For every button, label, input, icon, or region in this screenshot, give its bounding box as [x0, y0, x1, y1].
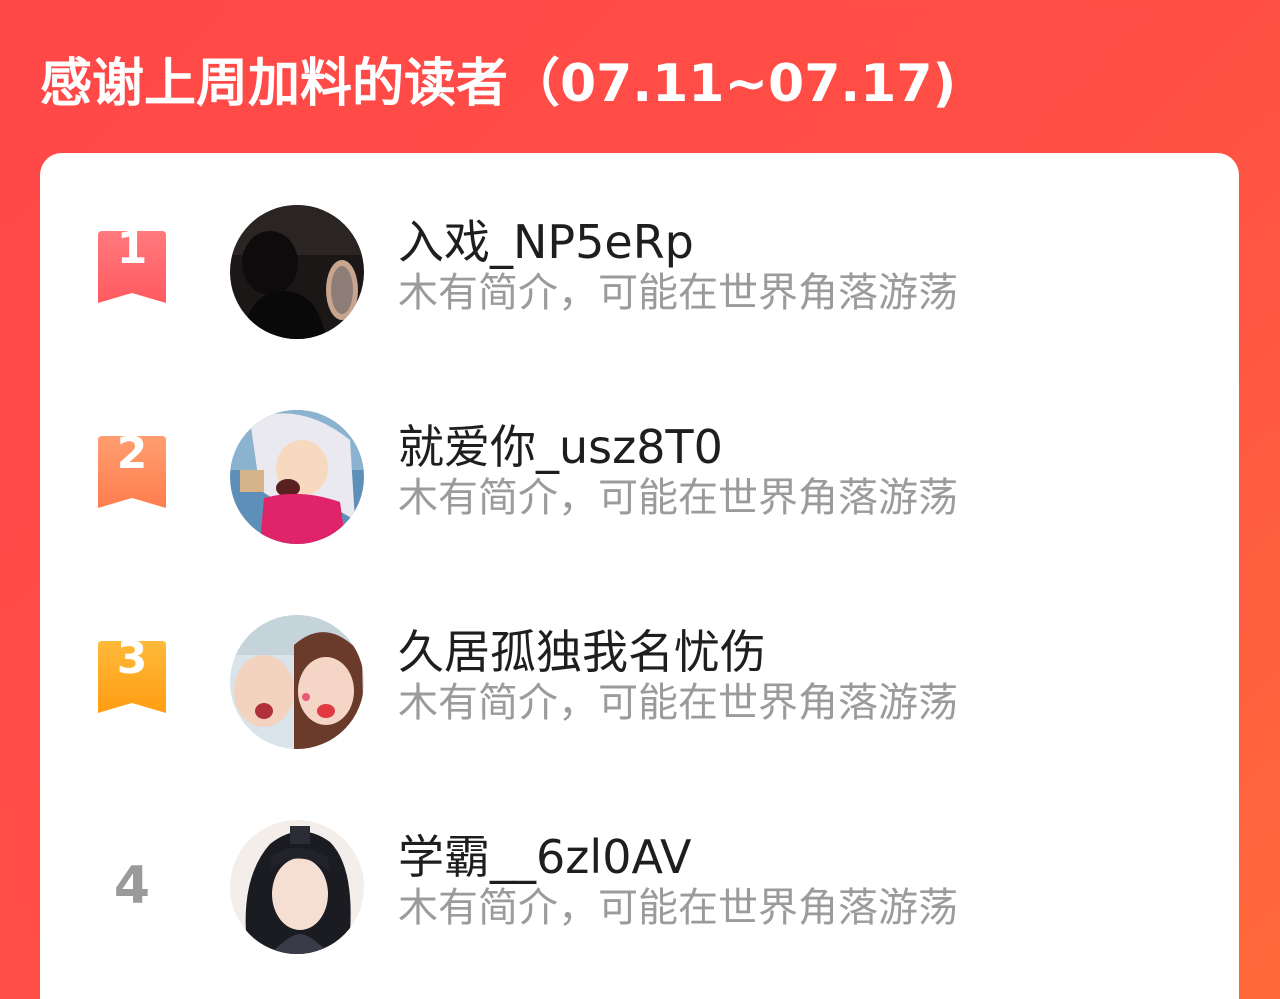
- avatar[interactable]: [230, 820, 364, 954]
- reader-bio: 木有简介，可能在世界角落游荡: [398, 885, 958, 931]
- reader-name[interactable]: 入戏_NP5eRp: [398, 213, 694, 271]
- rank-number: 4: [113, 856, 151, 916]
- reader-row-2[interactable]: 2 就爱你_usz8T0 木有简介，可能在世界角落游荡: [40, 398, 1239, 558]
- avatar[interactable]: [230, 410, 364, 544]
- reader-row-3[interactable]: 3 久居孤独我名忧伤 木有简介，可能在世界角落游荡: [40, 603, 1239, 763]
- avatar[interactable]: [230, 205, 364, 339]
- reader-bio: 木有简介，可能在世界角落游荡: [398, 680, 958, 726]
- reader-name[interactable]: 学霸__6zl0AV: [398, 828, 691, 886]
- reader-name[interactable]: 就爱你_usz8T0: [398, 418, 723, 476]
- reader-bio: 木有简介，可能在世界角落游荡: [398, 270, 958, 316]
- reader-list-card: 1 入戏_NP5eRp 木有简介，可能在世界角落游荡 2 就爱你_usz8T0 …: [40, 153, 1239, 999]
- reader-row-4[interactable]: 4 学霸__6zl0AV 木有简介，可能在世界角落游荡: [40, 808, 1239, 968]
- reader-row-1[interactable]: 1 入戏_NP5eRp 木有简介，可能在世界角落游荡: [40, 193, 1239, 353]
- rank-number: 2: [116, 428, 148, 479]
- page-title: 感谢上周加料的读者（07.11~07.17): [40, 54, 957, 114]
- reader-bio: 木有简介，可能在世界角落游荡: [398, 475, 958, 521]
- rank-number: 1: [116, 223, 148, 274]
- reader-name[interactable]: 久居孤独我名忧伤: [398, 623, 766, 681]
- avatar[interactable]: [230, 615, 364, 749]
- rank-number: 3: [116, 633, 148, 684]
